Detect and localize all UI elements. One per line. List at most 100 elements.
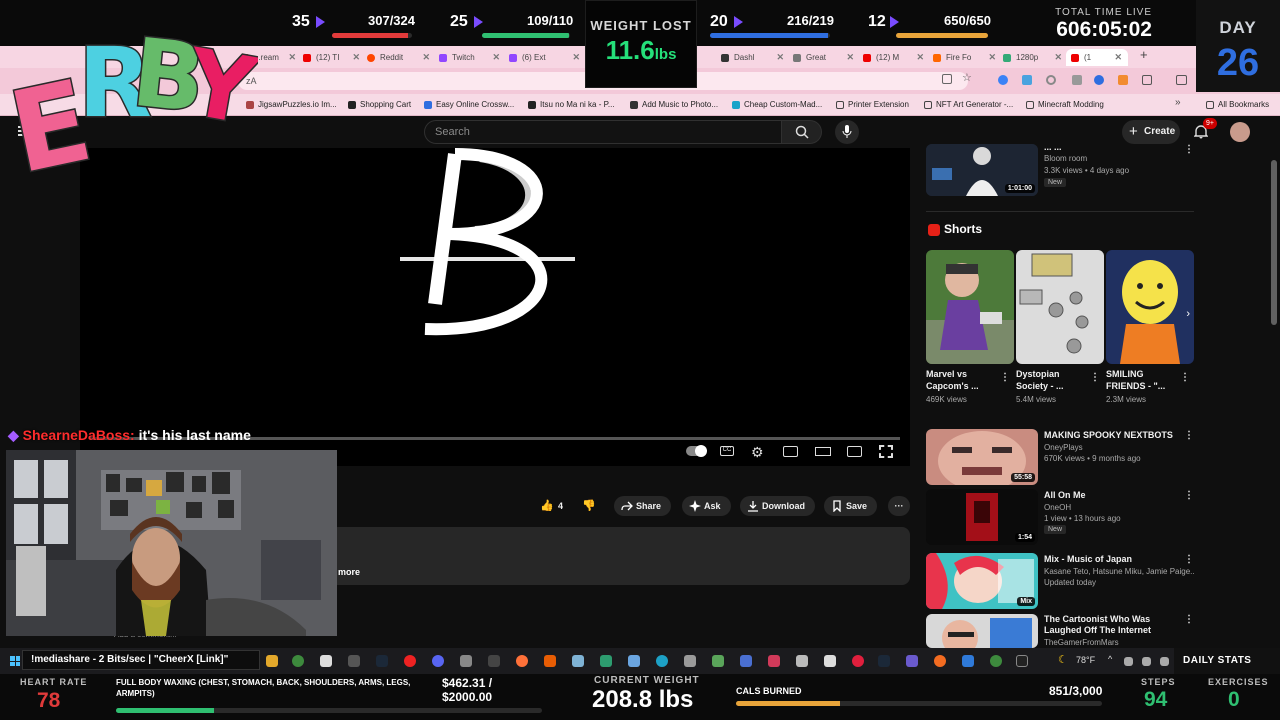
- channel-name[interactable]: OneOH: [1044, 502, 1071, 513]
- bookmark-item[interactable]: Shopping Cart: [348, 98, 411, 112]
- close-icon[interactable]: ✕: [916, 49, 924, 66]
- cast-icon[interactable]: [847, 446, 862, 457]
- app-icon[interactable]: [768, 655, 780, 667]
- app-icon[interactable]: [934, 655, 946, 667]
- edge-icon[interactable]: [656, 655, 668, 667]
- more-vertical-icon[interactable]: ⋮: [1180, 372, 1190, 383]
- close-icon[interactable]: ✕: [422, 49, 430, 66]
- video-player[interactable]: CC ⚙: [80, 148, 910, 466]
- browser-tab[interactable]: Twitch ✕: [434, 49, 500, 66]
- discord-icon[interactable]: [432, 655, 444, 667]
- short-item[interactable]: Dystopian Society - ... 5.4M views ⋮: [1016, 250, 1104, 404]
- short-thumbnail[interactable]: [926, 250, 1014, 364]
- app-icon[interactable]: [740, 655, 752, 667]
- video-thumbnail[interactable]: 1:54: [926, 489, 1038, 545]
- terminal-icon[interactable]: [1016, 655, 1028, 667]
- browser-tab[interactable]: (6) Ext ✕: [504, 49, 580, 66]
- channel-name[interactable]: TheGamerFromMars: [1044, 637, 1119, 648]
- app-icon[interactable]: [600, 655, 612, 667]
- dislike-button[interactable]: 👎: [582, 496, 596, 516]
- browser-tab[interactable]: 1280p ✕: [998, 49, 1062, 66]
- search-button[interactable]: [782, 120, 822, 144]
- close-icon[interactable]: ✕: [492, 49, 500, 66]
- browser-tab-active[interactable]: (1 ✕: [1066, 49, 1128, 66]
- ask-button[interactable]: Ask: [682, 496, 731, 516]
- weather-temperature[interactable]: 78°F: [1076, 655, 1095, 665]
- video-thumbnail[interactable]: 55:58: [926, 429, 1038, 485]
- video-thumbnail[interactable]: [926, 614, 1038, 648]
- windows-start-icon[interactable]: [10, 656, 20, 666]
- bookmark-item[interactable]: Easy Online Crossw...: [424, 98, 514, 112]
- miniplayer-icon[interactable]: [783, 446, 798, 457]
- page-scrollbar[interactable]: [1271, 160, 1277, 325]
- close-icon[interactable]: ✕: [288, 49, 296, 66]
- extension-icon[interactable]: [1072, 75, 1082, 85]
- share-button[interactable]: Share: [614, 496, 672, 516]
- more-vertical-icon[interactable]: ⋮: [1090, 372, 1100, 383]
- all-bookmarks-folder[interactable]: All Bookmarks: [1206, 98, 1269, 112]
- chevron-up-icon[interactable]: ^: [1108, 654, 1112, 664]
- close-icon[interactable]: ✕: [352, 49, 360, 66]
- close-icon[interactable]: ✕: [776, 49, 784, 66]
- app-icon[interactable]: [796, 655, 808, 667]
- theater-mode-icon[interactable]: [815, 447, 831, 456]
- metamask-icon[interactable]: [1118, 75, 1128, 85]
- like-button[interactable]: 👍: [540, 496, 554, 516]
- bookmark-item[interactable]: JigsawPuzzles.io Im...: [246, 98, 337, 112]
- close-icon[interactable]: ✕: [988, 49, 996, 66]
- puzzle-extensions-icon[interactable]: [1142, 75, 1152, 85]
- close-icon[interactable]: ✕: [572, 49, 580, 66]
- app-icon[interactable]: [628, 655, 640, 667]
- video-title[interactable]: ... ...: [1044, 142, 1184, 153]
- extension-icon[interactable]: [1094, 75, 1104, 85]
- short-title[interactable]: SMILING FRIENDS - "...: [1106, 368, 1180, 392]
- app-icon[interactable]: [460, 655, 472, 667]
- app-icon[interactable]: [852, 655, 864, 667]
- more-vertical-icon[interactable]: ⋮: [1184, 614, 1194, 625]
- channel-name[interactable]: Bloom room: [1044, 153, 1087, 164]
- calendar-icon[interactable]: [320, 655, 332, 667]
- bookmark-folder[interactable]: Minecraft Modding: [1026, 98, 1104, 112]
- search-input[interactable]: Search: [424, 120, 782, 144]
- more-vertical-icon[interactable]: ⋮: [1184, 554, 1194, 565]
- short-thumbnail[interactable]: ›: [1106, 250, 1194, 364]
- tray-icon[interactable]: [1160, 657, 1169, 666]
- channel-name[interactable]: Kasane Teto, Hatsune Miku, Jamie Paige..…: [1044, 566, 1194, 577]
- bookmark-folder[interactable]: Printer Extension: [836, 98, 909, 112]
- chevron-right-icon[interactable]: ›: [1186, 308, 1190, 320]
- description-box[interactable]: more: [330, 527, 910, 585]
- close-icon[interactable]: ✕: [1114, 49, 1122, 66]
- browser-tab[interactable]: Fire Fo ✕: [928, 49, 996, 66]
- extension-icon[interactable]: [998, 75, 1008, 85]
- fullscreen-icon[interactable]: [879, 445, 893, 458]
- download-button[interactable]: Download: [740, 496, 815, 516]
- video-title[interactable]: All On Me: [1044, 490, 1184, 501]
- avatar[interactable]: [1230, 122, 1250, 142]
- weather-icon[interactable]: ☾: [1058, 653, 1068, 666]
- close-icon[interactable]: ✕: [846, 49, 854, 66]
- tray-icon[interactable]: [1142, 657, 1151, 666]
- tray-icon[interactable]: [1124, 657, 1133, 666]
- video-thumbnail[interactable]: 1:01:00: [926, 144, 1038, 196]
- save-button[interactable]: Save: [824, 496, 878, 516]
- bookmark-folder[interactable]: NFT Art Generator -...: [924, 98, 1013, 112]
- video-title[interactable]: MAKING SPOOKY NEXTBOTS: [1044, 430, 1184, 441]
- bookmark-item[interactable]: Add Music to Photo...: [630, 98, 718, 112]
- app-icon[interactable]: [348, 655, 360, 667]
- voice-search-button[interactable]: [835, 120, 859, 144]
- install-icon[interactable]: [942, 74, 952, 84]
- short-item[interactable]: › SMILING FRIENDS - "... 2.3M views ⋮: [1106, 250, 1194, 404]
- extension-icon[interactable]: [1022, 75, 1032, 85]
- show-more-link[interactable]: more: [338, 567, 360, 577]
- short-title[interactable]: Marvel vs Capcom's ...: [926, 368, 1000, 392]
- more-vertical-icon[interactable]: ⋮: [1184, 144, 1194, 155]
- side-panel-icon[interactable]: [1176, 75, 1187, 85]
- video-title[interactable]: The Cartoonist Who Was Laughed Off The I…: [1044, 614, 1184, 636]
- more-vertical-icon[interactable]: ⋮: [1184, 430, 1194, 441]
- bookmarks-overflow-icon[interactable]: »: [1175, 97, 1181, 108]
- browser-tab[interactable]: (12) TI ✕: [298, 49, 360, 66]
- close-icon[interactable]: ✕: [1054, 49, 1062, 66]
- obs-icon[interactable]: [404, 655, 416, 667]
- steam-icon[interactable]: [878, 655, 890, 667]
- app-icon[interactable]: [962, 655, 974, 667]
